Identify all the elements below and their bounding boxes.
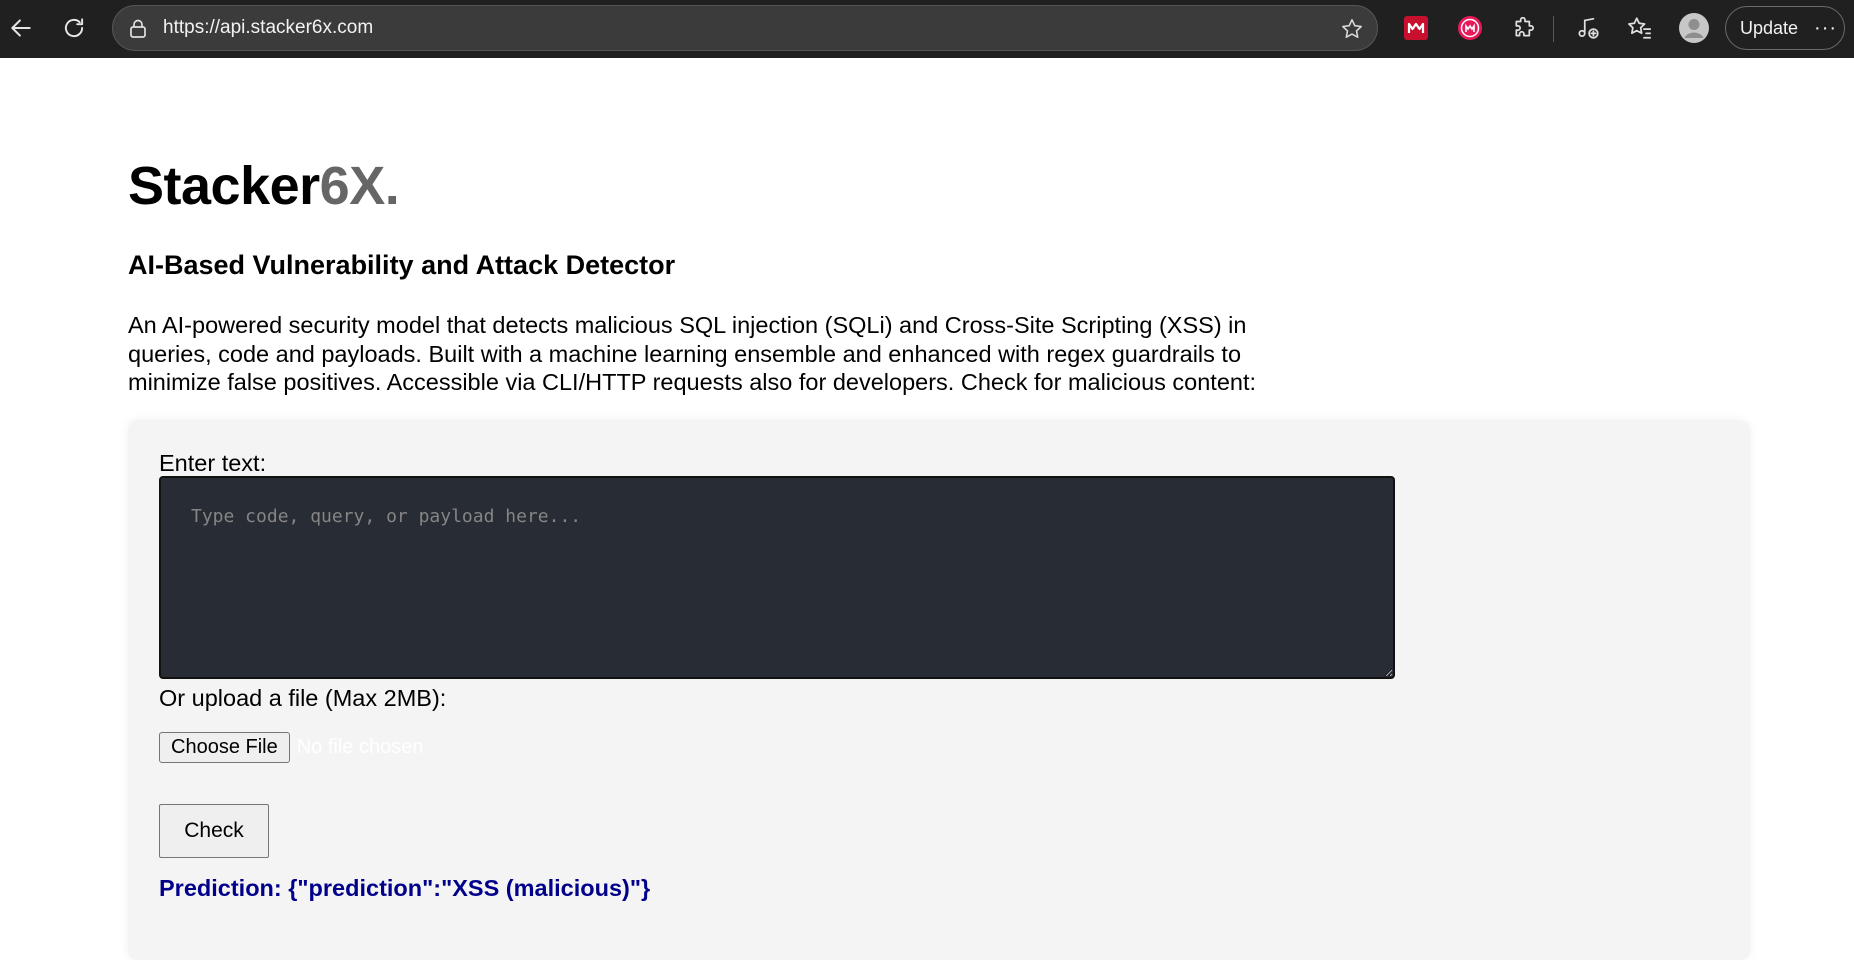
refresh-icon [64,18,84,38]
refresh-button[interactable] [56,10,92,46]
logo-accent-text: 6X. [319,156,400,216]
browser-toolbar: https://api.stacker6x.com Update ··· [0,0,1854,58]
page-description: An AI-powered security model that detect… [128,312,1257,395]
extensions-puzzle-icon[interactable] [1508,11,1542,45]
choose-file-button[interactable]: Choose File [159,731,290,763]
page-viewport: Stacker6X. AI-Based Vulnerability and At… [0,58,1854,960]
favorite-star-icon[interactable] [1339,16,1365,42]
payload-text-input[interactable] [159,476,1395,679]
prediction-result: Prediction: {"prediction":"XSS (maliciou… [159,875,651,901]
more-options-icon[interactable]: ··· [1814,17,1837,40]
no-file-chosen-text: No file chosen [296,735,424,758]
file-input[interactable]: Choose File No file chosen [159,731,423,763]
logo-main-text: Stacker [128,156,320,216]
extension-pink-m-icon[interactable] [1453,11,1487,45]
page-subtitle: AI-Based Vulnerability and Attack Detect… [128,250,676,280]
update-button[interactable]: Update ··· [1725,6,1845,50]
enter-text-label: Enter text: [159,450,267,476]
toolbar-divider [1553,16,1554,42]
media-add-icon[interactable] [1571,11,1605,45]
favorites-list-icon[interactable] [1623,11,1657,45]
lock-icon [127,18,149,40]
upload-file-label: Or upload a file (Max 2MB): [159,685,447,711]
back-button[interactable] [3,10,39,46]
site-logo: Stacker6X. [128,156,400,216]
back-arrow-icon [11,19,31,37]
update-label: Update [1740,17,1799,38]
profile-avatar-icon[interactable] [1677,11,1711,45]
address-bar[interactable]: https://api.stacker6x.com [112,5,1378,51]
detector-form-panel: Enter text: Or upload a file (Max 2MB): … [128,420,1750,960]
extension-red-m-icon[interactable] [1399,11,1433,45]
url-text[interactable]: https://api.stacker6x.com [163,6,373,50]
check-button[interactable]: Check [159,804,269,858]
